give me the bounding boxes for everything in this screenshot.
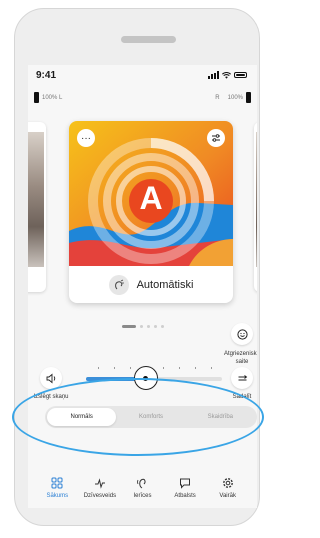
grid-icon [51,477,63,489]
previous-program-card[interactable] [28,122,46,292]
sound-mode-comfort[interactable]: Komforts [116,408,185,426]
split-button[interactable] [231,367,253,389]
tab-devices-label: Ierīces [133,493,152,499]
carousel-pager [122,325,164,328]
pager-dot-active[interactable] [122,325,136,328]
smiley-icon [236,328,248,340]
feedback-label: Atgriezeniskā saite [223,351,257,365]
volume-slider-thumb[interactable] [133,366,158,390]
next-program-card[interactable] [254,122,257,292]
program-name-row: Automātiski [69,266,233,303]
status-icons [208,71,247,79]
left-battery-text: 100% L [42,94,63,101]
tab-home-label: Sākums [46,493,69,499]
program-more-button[interactable]: ··· [77,129,95,147]
gear-icon [222,478,233,488]
tab-lifestyle[interactable]: Dzīvesveids [81,476,119,516]
hearing-aid-icon [137,478,147,489]
tab-more-label: Vairāk [219,493,236,499]
program-card[interactable]: A ··· Automātiski [69,121,233,303]
right-battery-text: 100% [227,94,243,101]
program-settings-button[interactable] [207,129,225,147]
tab-lifestyle-label: Dzīvesveids [83,493,117,499]
automatic-mode-icon [108,274,129,295]
feedback-button[interactable] [231,323,253,345]
split-label: Sadalīt [232,394,252,400]
app-screen: 9:41 100% L R 100% A ··· Automātiski Atg… [28,65,257,508]
sliders-icon [212,134,220,142]
sound-mode-normal[interactable]: Normāls [47,408,117,426]
tab-support-label: Atbalsts [174,493,196,499]
right-battery-level [246,92,251,103]
right-aid-battery: R 100% [215,92,251,103]
program-letter: A [139,180,163,216]
pager-dot[interactable] [140,325,143,328]
bottom-tab-bar: Sākums Dzīvesveids Ierīces Atbalsts Vair… [28,476,257,516]
tab-more[interactable]: Vairāk [209,476,247,516]
next-program-image [256,132,257,267]
pager-dot[interactable] [154,325,157,328]
sound-mode-clarity[interactable]: Skaidrība [186,408,255,426]
right-side-letter: R [215,94,220,101]
battery-icon [234,72,247,78]
volume-ticks [98,367,212,369]
pager-dot[interactable] [161,325,164,328]
tab-devices[interactable]: Ierīces [123,476,161,516]
mute-label: Izslēgt skaņu [33,394,69,400]
previous-program-image [28,132,44,267]
program-name: Automātiski [136,278,194,291]
tab-home[interactable]: Sākums [38,476,76,516]
left-aid-battery: 100% L [34,92,62,103]
wifi-icon [222,71,231,79]
speaker-icon [46,373,55,383]
split-icon [238,374,247,380]
chat-icon [180,478,191,489]
ellipsis-icon: ··· [81,132,91,144]
pager-dot[interactable] [147,325,150,328]
mute-button[interactable] [40,367,62,389]
signal-icon [208,71,219,79]
phone-speaker [121,36,176,43]
pulse-icon [94,478,105,489]
status-time: 9:41 [36,70,57,81]
sound-mode-selector: Normāls Komforts Skaidrība [45,406,257,428]
tab-support[interactable]: Atbalsts [166,476,204,516]
left-battery-level [34,92,39,103]
